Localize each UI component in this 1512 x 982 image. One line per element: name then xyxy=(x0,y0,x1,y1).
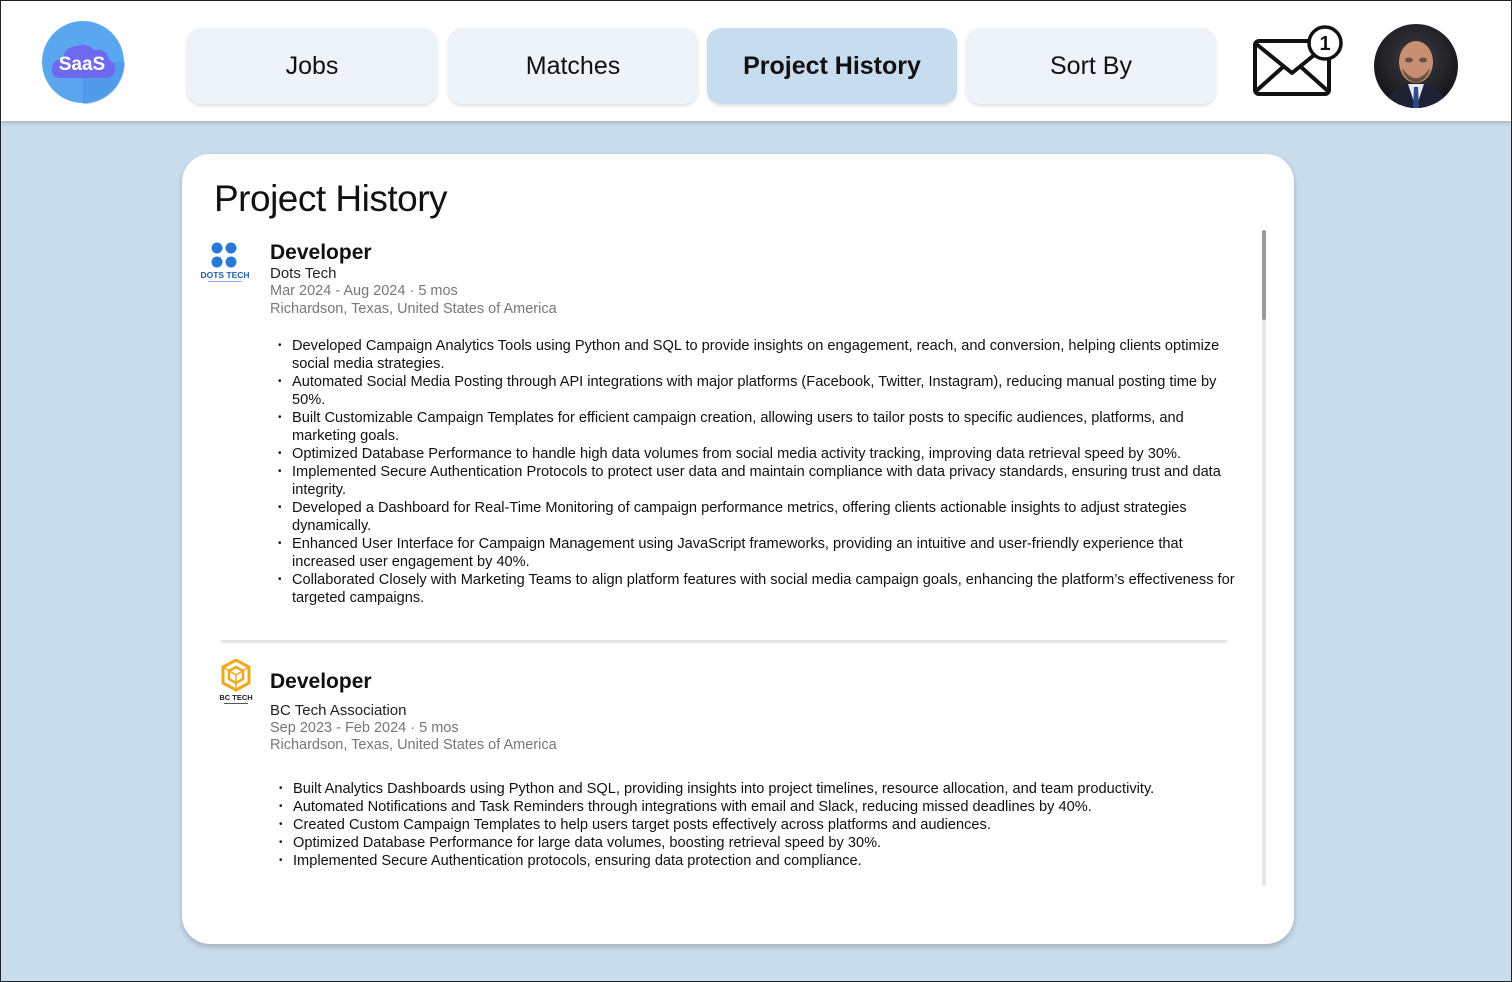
entry-dates: Sep 2023 - Feb 2024 · 5 mos xyxy=(270,720,459,736)
tab-label: Project History xyxy=(743,51,921,80)
list-item: Collaborated Closely with Marketing Team… xyxy=(278,571,1238,607)
list-item: Created Custom Campaign Templates to hel… xyxy=(279,816,1239,834)
entry-title: Developer xyxy=(270,670,372,693)
entry-bullet-list: Developed Campaign Analytics Tools using… xyxy=(278,337,1238,607)
list-item: Implemented Secure Authentication protoc… xyxy=(279,852,1239,870)
entry-location: Richardson, Texas, United States of Amer… xyxy=(270,301,557,317)
entry-title: Developer xyxy=(270,241,372,264)
list-item: Implemented Secure Authentication Protoc… xyxy=(278,463,1238,499)
entry-company: BC Tech Association xyxy=(270,702,407,719)
scrollbar-thumb[interactable] xyxy=(1262,230,1266,320)
logo-text: BC TECH xyxy=(219,693,252,702)
entry-bullet-list: Built Analytics Dashboards using Python … xyxy=(279,780,1239,870)
tab-jobs[interactable]: Jobs xyxy=(187,28,437,104)
bc-tech-logo: BC TECH xyxy=(216,658,256,707)
notification-count: 1 xyxy=(1319,33,1330,55)
list-item: Optimized Database Performance to handle… xyxy=(278,445,1238,463)
entry-location: Richardson, Texas, United States of Amer… xyxy=(270,737,557,753)
logo-text: DOTS TECH xyxy=(200,270,249,280)
mail-icon[interactable]: 1 xyxy=(1251,25,1346,99)
list-item: Automated Notifications and Task Reminde… xyxy=(279,798,1239,816)
project-history-card: Project History DOTS TECH Developer Dots… xyxy=(182,154,1294,944)
saas-logo[interactable]: SaaS xyxy=(41,20,125,104)
page-title: Project History xyxy=(214,178,448,219)
list-item: Built Analytics Dashboards using Python … xyxy=(279,780,1239,798)
list-item: Optimized Database Performance for large… xyxy=(279,834,1239,852)
tab-project-history[interactable]: Project History xyxy=(707,28,957,104)
tab-matches[interactable]: Matches xyxy=(448,28,698,104)
dots-tech-logo: DOTS TECH xyxy=(200,240,250,286)
tab-label: Jobs xyxy=(285,51,339,80)
list-item: Built Customizable Campaign Templates fo… xyxy=(278,409,1238,445)
list-item: Developed a Dashboard for Real-Time Moni… xyxy=(278,499,1238,535)
list-item: Automated Social Media Posting through A… xyxy=(278,373,1238,409)
entry-company: Dots Tech xyxy=(270,265,337,282)
list-item: Enhanced User Interface for Campaign Man… xyxy=(278,535,1238,571)
entry-dates: Mar 2024 - Aug 2024 · 5 mos xyxy=(270,283,458,299)
user-avatar[interactable] xyxy=(1374,24,1458,108)
divider xyxy=(221,640,1227,643)
tab-label: Sort By xyxy=(1050,51,1132,80)
logo-text: SaaS xyxy=(59,54,105,75)
scrollbar-track[interactable] xyxy=(1262,230,1266,886)
top-navigation-bar: SaaS Jobs Matches Project History Sort B… xyxy=(1,1,1511,121)
tab-label: Matches xyxy=(525,51,621,80)
tab-sort-by[interactable]: Sort By xyxy=(966,28,1216,104)
list-item: Developed Campaign Analytics Tools using… xyxy=(278,337,1238,373)
